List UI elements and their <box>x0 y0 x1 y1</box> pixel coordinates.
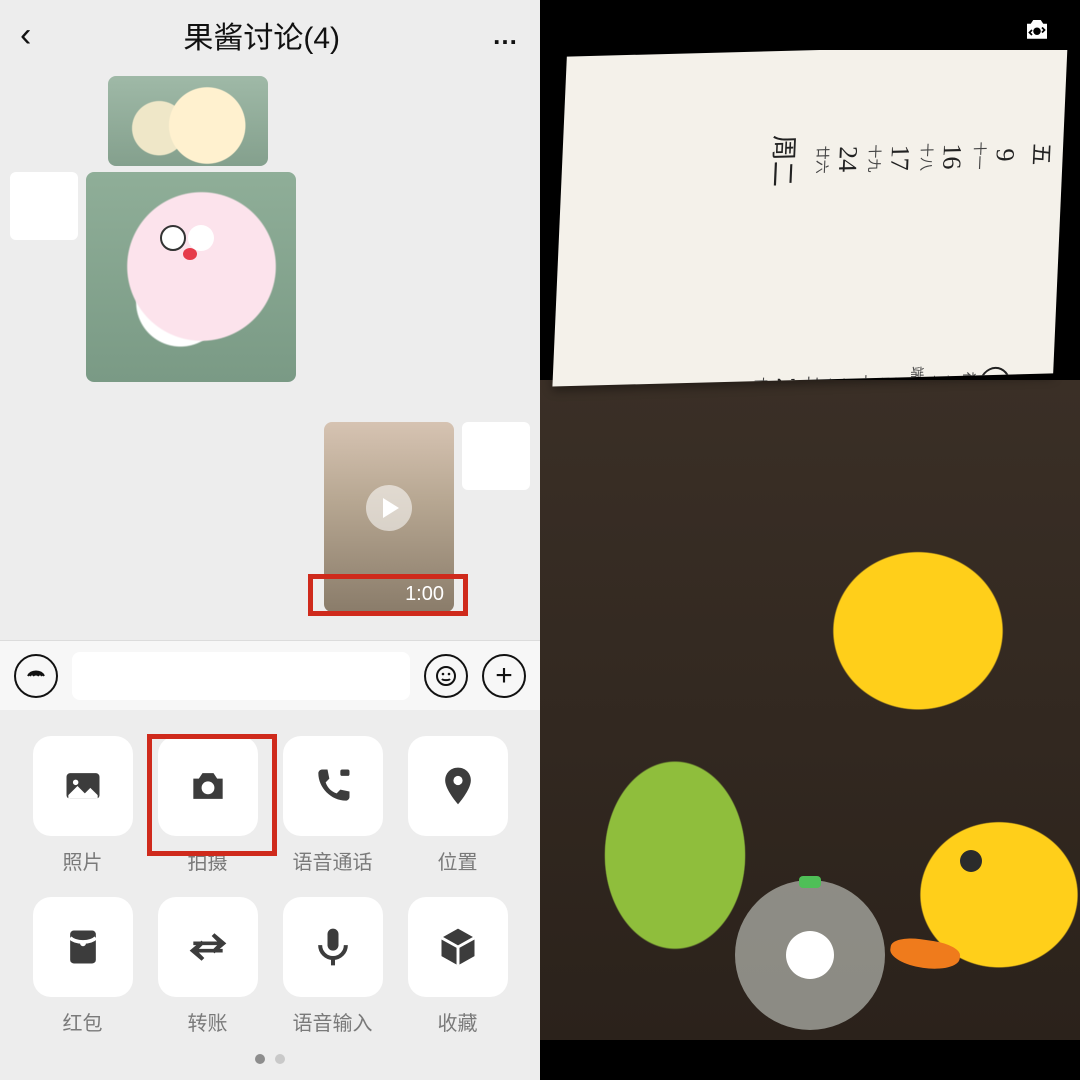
attach-transfer[interactable]: 转账 <box>155 897 260 1036</box>
plus-icon[interactable]: + <box>482 654 526 698</box>
phone-icon <box>311 764 355 808</box>
page-dot[interactable] <box>255 1054 265 1064</box>
wechat-chat-screen: ‹ 果酱讨论(4) … 1:00 + <box>0 0 540 1080</box>
message-item <box>10 172 530 382</box>
attach-label: 拍摄 <box>188 846 228 875</box>
camera-top-bar <box>540 0 1080 60</box>
chat-header: ‹ 果酱讨论(4) … <box>0 0 540 70</box>
pin-icon <box>436 764 480 808</box>
video-message[interactable]: 1:00 <box>324 422 454 612</box>
message-input[interactable] <box>72 652 410 700</box>
voice-toggle-icon[interactable] <box>14 654 58 698</box>
weekday-label: 五 <box>1026 143 1059 166</box>
video-duration: 1:00 <box>405 583 444 606</box>
more-icon[interactable]: … <box>492 20 520 51</box>
chat-title[interactable]: 果酱讨论(4) <box>183 13 340 57</box>
attach-favorite[interactable]: 收藏 <box>405 897 510 1036</box>
avatar[interactable] <box>10 172 78 240</box>
attachment-panel: 照片 拍摄 语音通话 位置 红包 转账 <box>0 710 540 1080</box>
chat-input-bar: + <box>0 640 540 710</box>
attach-photo[interactable]: 照片 <box>30 736 135 875</box>
switch-camera-icon[interactable] <box>1018 11 1056 49</box>
attach-red-packet[interactable]: 红包 <box>30 897 135 1036</box>
emoji-icon[interactable] <box>424 654 468 698</box>
cube-icon <box>436 925 480 969</box>
page-indicator <box>30 1054 510 1064</box>
sticker-image[interactable] <box>86 172 296 382</box>
camera-screen: 2022 五 六 9十一4初六16十八10端午节17十九11十三24廿六18二十… <box>540 0 1080 1080</box>
avatar[interactable] <box>462 422 530 490</box>
page-dot[interactable] <box>275 1054 285 1064</box>
attach-label: 照片 <box>63 846 103 875</box>
play-icon[interactable] <box>366 485 412 531</box>
attach-label: 收藏 <box>438 1007 478 1036</box>
attach-voice-call[interactable]: 语音通话 <box>280 736 385 875</box>
transfer-icon <box>186 925 230 969</box>
message-item: 1:00 <box>10 422 530 612</box>
image-icon <box>61 764 105 808</box>
attach-label: 红包 <box>63 1007 103 1036</box>
shutter-inner <box>786 931 834 979</box>
camera-icon <box>186 764 230 808</box>
message-list[interactable]: 1:00 <box>0 70 540 640</box>
attach-voice-input[interactable]: 语音输入 <box>280 897 385 1036</box>
attach-label: 位置 <box>438 846 478 875</box>
record-indicator <box>799 876 821 888</box>
shutter-button[interactable] <box>735 880 885 1030</box>
attach-label: 语音通话 <box>293 846 373 875</box>
sticker-image[interactable] <box>108 76 268 166</box>
red-packet-icon <box>61 925 105 969</box>
back-icon[interactable]: ‹ <box>20 16 31 55</box>
attach-location[interactable]: 位置 <box>405 736 510 875</box>
calendar-in-photo: 2022 五 六 9十一4初六16十八10端午节17十九11十三24廿六18二十… <box>552 50 1067 386</box>
mic-icon <box>311 925 355 969</box>
attach-camera[interactable]: 拍摄 <box>155 736 260 875</box>
attach-label: 转账 <box>188 1007 228 1036</box>
message-item <box>100 76 530 166</box>
attach-label: 语音输入 <box>293 1007 373 1036</box>
